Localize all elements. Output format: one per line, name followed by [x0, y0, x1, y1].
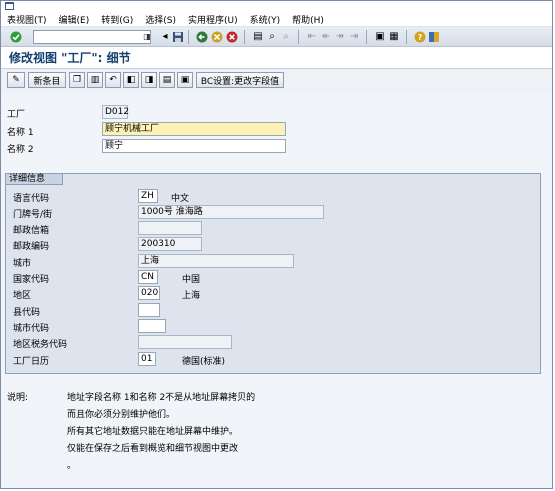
select-all-icon[interactable]: ▣ — [177, 72, 193, 88]
next-entry-icon[interactable]: ◨ — [141, 72, 157, 88]
detail-group-box: 详细信息 语言代码 ZH 中文 门牌号/街 1000号 淮海路 邮政信箱 邮政编… — [5, 173, 541, 374]
name2-field[interactable]: 顾宁 — [102, 139, 286, 153]
language-field[interactable]: ZH — [138, 189, 158, 203]
back-icon[interactable] — [195, 30, 209, 44]
country-field[interactable]: CN — [138, 270, 158, 284]
menu-help[interactable]: 帮助(H) — [292, 13, 324, 26]
previous-page-icon[interactable]: ↞ — [319, 30, 333, 44]
pobox-field — [138, 221, 202, 235]
city-code-label: 城市代码 — [13, 324, 50, 334]
note-line-5: 。 — [67, 461, 77, 471]
factory-calendar-text: 德国(标准) — [182, 357, 226, 367]
plant-field: D012 — [102, 105, 129, 119]
standard-toolbar: ◨ ◂ ▤ ⌕ ⌕ ⇤ ↞ ↠ ⇥ ▣ ▦ ? — [1, 27, 552, 47]
menu-utilities[interactable]: 实用程序(U) — [188, 13, 238, 26]
menu-system[interactable]: 系统(Y) — [250, 13, 281, 26]
country-text: 中国 — [182, 275, 201, 285]
menu-selection[interactable]: 选择(S) — [145, 13, 176, 26]
detail-screen: 工厂 D012 名称 1 顾宁机械工厂 名称 2 顾宁 详细信息 语言代码 ZH… — [1, 97, 552, 488]
new-entries-label: 新条目 — [33, 76, 61, 87]
note-line-1: 地址字段名称 1和名称 2不是从地址屏幕拷贝的 — [67, 393, 256, 403]
name1-field[interactable]: 顾宁机械工厂 — [102, 122, 286, 136]
postal-code-label: 邮政编码 — [13, 242, 50, 252]
region-field[interactable]: 020 — [138, 286, 160, 300]
sap-window: 表视图(T) 编辑(E) 转到(G) 选择(S) 实用程序(U) 系统(Y) 帮… — [0, 0, 553, 489]
bc-set-label: BC设置:更改字段值 — [200, 76, 280, 87]
pobox-label: 邮政信箱 — [13, 226, 50, 236]
plant-label: 工厂 — [7, 110, 26, 120]
street-label: 门牌号/街 — [13, 210, 53, 220]
street-field: 1000号 淮海路 — [138, 205, 324, 219]
note-line-2: 而且你必须分别维护他们。 — [67, 410, 176, 420]
city-label: 城市 — [13, 259, 32, 269]
find-icon[interactable]: ⌕ — [265, 30, 279, 44]
other-entry-icon[interactable]: ▤ — [159, 72, 175, 88]
exit-icon[interactable] — [210, 30, 224, 44]
name1-label: 名称 1 — [7, 128, 34, 138]
delete-icon[interactable]: ▥ — [87, 72, 103, 88]
county-code-field[interactable] — [138, 303, 160, 317]
country-label: 国家代码 — [13, 275, 50, 285]
factory-calendar-label: 工厂日历 — [13, 357, 50, 367]
name2-label: 名称 2 — [7, 145, 34, 155]
menu-items: 表视图(T) 编辑(E) 转到(G) 选择(S) 实用程序(U) 系统(Y) 帮… — [7, 13, 336, 26]
enter-icon[interactable] — [9, 30, 23, 44]
page-title: 修改视图 "工厂": 细节 — [1, 47, 552, 69]
language-text: 中文 — [171, 194, 190, 204]
previous-entry-icon[interactable]: ◧ — [123, 72, 139, 88]
next-page-icon[interactable]: ↠ — [333, 30, 347, 44]
city-code-field[interactable] — [138, 319, 166, 333]
menu-bar: 表视图(T) 编辑(E) 转到(G) 选择(S) 实用程序(U) 系统(Y) 帮… — [1, 1, 552, 27]
tax-jurisdiction-label: 地区税务代码 — [13, 340, 68, 350]
application-toolbar: ✎ 新条目 ❐ ▥ ↶ ◧ ◨ ▤ ▣ BC设置:更改字段值 — [1, 69, 552, 93]
new-session-icon[interactable]: ▣ — [373, 30, 387, 44]
menu-edit[interactable]: 编辑(E) — [59, 13, 90, 26]
menu-goto[interactable]: 转到(G) — [101, 13, 133, 26]
city-field: 上海 — [138, 254, 294, 268]
find-next-icon[interactable]: ⌕ — [279, 30, 293, 44]
shortcut-icon[interactable]: ▦ — [387, 30, 401, 44]
bc-set-change-button[interactable]: BC设置:更改字段值 — [196, 72, 284, 88]
postal-code-field: 200310 — [138, 237, 202, 251]
cancel-icon[interactable] — [225, 30, 239, 44]
back-arrow-icon[interactable]: ◂ — [158, 30, 172, 44]
menu-table-view[interactable]: 表视图(T) — [7, 13, 47, 26]
county-code-label: 县代码 — [13, 308, 41, 318]
svg-text:?: ? — [418, 33, 423, 42]
group-title: 详细信息 — [5, 173, 63, 185]
new-entries-button[interactable]: 新条目 — [28, 72, 66, 88]
region-label: 地区 — [13, 291, 32, 301]
factory-calendar-field[interactable]: 01 — [138, 352, 156, 366]
region-text: 上海 — [182, 291, 201, 301]
command-field[interactable] — [33, 30, 151, 44]
help-icon[interactable]: ? — [413, 30, 427, 44]
copy-icon[interactable]: ❐ — [69, 72, 85, 88]
note-line-3: 所有其它地址数据只能在地址屏幕中维护。 — [67, 427, 239, 437]
tax-jurisdiction-field — [138, 335, 232, 349]
language-label: 语言代码 — [13, 194, 50, 204]
print-icon[interactable]: ▤ — [251, 30, 265, 44]
system-menu-icon[interactable] — [5, 2, 14, 10]
note-line-4: 仅能在保存之后看到概览和细节视图中更改 — [67, 444, 239, 454]
last-page-icon[interactable]: ⇥ — [347, 30, 361, 44]
undo-change-icon[interactable]: ↶ — [105, 72, 121, 88]
save-icon[interactable] — [171, 30, 185, 44]
note-label: 说明: — [7, 393, 29, 403]
command-dropdown-icon[interactable]: ◨ — [142, 30, 152, 44]
display-change-icon[interactable]: ✎ — [7, 72, 25, 88]
first-page-icon[interactable]: ⇤ — [305, 30, 319, 44]
layout-icon[interactable] — [427, 30, 441, 44]
